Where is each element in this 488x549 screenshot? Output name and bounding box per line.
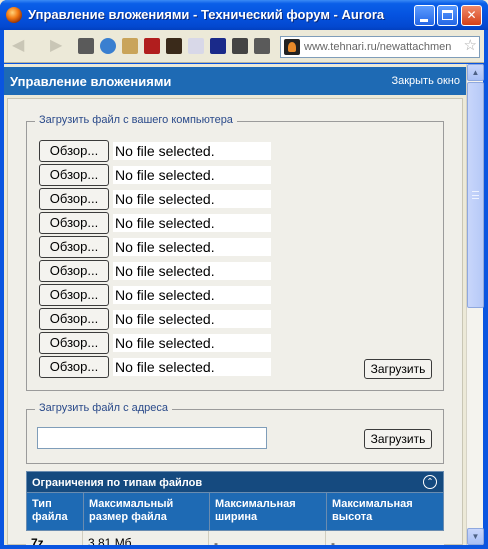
table-cell: 3.81 Мб [83,531,209,545]
file-status: No file selected. [113,358,271,376]
site-bookmark-icon[interactable] [166,38,182,54]
star-icon[interactable]: ☆ [464,38,477,54]
addon-icon[interactable] [144,38,160,54]
upload-local-fieldset: Загрузить файл с вашего компьютера Обзор… [26,114,444,391]
url-text: www.tehnari.ru/newattachmen [304,41,452,53]
table-cell: 7z [26,531,83,545]
column-header: Тип файла [27,493,84,530]
browser-toolbar: ◀ ▶ www.tehnari.ru/newattachmen ☆ [4,30,484,63]
file-status: No file selected. [113,190,271,208]
table-cell: - [331,536,335,545]
vertical-scrollbar[interactable]: ▲ ▼ [466,64,484,545]
upload-url-fieldset: Загрузить файл с адреса Загрузить [26,402,444,464]
collapse-icon[interactable]: ⌃ [423,475,437,489]
browser-window: Управление вложениями - Технический фору… [0,0,488,549]
table-row: 7z 3.81 Мб - - [26,531,444,545]
minimize-button[interactable] [414,5,435,26]
file-status: No file selected. [113,334,271,352]
file-status: No file selected. [113,142,271,160]
bookmark-icon[interactable] [78,38,94,54]
grip-icon [472,191,479,199]
back-arrow-icon[interactable]: ◀ [12,38,28,54]
scroll-up-button[interactable]: ▲ [467,64,484,81]
table-title: Ограничения по типам файлов [32,477,203,489]
forward-arrow-icon[interactable]: ▶ [50,38,66,54]
pi-icon[interactable] [210,38,226,54]
browse-button[interactable]: Обзор... [39,284,109,306]
table-title-bar: Ограничения по типам файлов ⌃ [26,471,444,493]
refresh-icon[interactable] [100,38,116,54]
column-header: Максимальная высота [332,498,413,523]
browse-button[interactable]: Обзор... [39,356,109,378]
file-limits-table: Ограничения по типам файлов ⌃ Тип файла … [26,471,444,545]
library-icon[interactable] [254,38,270,54]
upload-url-button[interactable]: Загрузить [364,429,432,449]
minimize-icon [420,19,428,22]
page-header: Управление вложениями Закрыть окно [4,67,466,95]
table-header-row: Тип файла Максимальный размер файла Макс… [26,493,444,531]
flag-icon[interactable] [232,38,248,54]
browse-button[interactable]: Обзор... [39,236,109,258]
column-header: Максимальный размер файла [84,493,210,530]
feed-icon[interactable] [122,38,138,54]
page-content: Управление вложениями Закрыть окно Загру… [4,64,466,545]
browse-button[interactable]: Обзор... [39,212,109,234]
upload-local-button[interactable]: Загрузить [364,359,432,379]
file-status: No file selected. [113,262,271,280]
attachments-panel: Загрузить файл с вашего компьютера Обзор… [7,98,463,545]
file-status: No file selected. [113,214,271,232]
address-bar[interactable]: www.tehnari.ru/newattachmen ☆ [280,36,480,58]
maximize-button[interactable] [437,5,458,26]
page-title: Управление вложениями [10,74,172,89]
table-cell: - [209,531,326,545]
tool-icon[interactable] [188,38,204,54]
browse-button[interactable]: Обзор... [39,188,109,210]
close-window-button[interactable]: ✕ [461,5,482,26]
site-favicon-icon [284,39,300,55]
scroll-down-button[interactable]: ▼ [467,528,484,545]
upload-url-legend: Загрузить файл с адреса [35,402,173,414]
frame-bottom [0,545,488,549]
upload-local-legend: Загрузить файл с вашего компьютера [35,114,237,126]
close-window-link[interactable]: Закрыть окно [391,75,460,87]
file-url-input[interactable] [37,427,267,449]
file-status: No file selected. [113,166,271,184]
column-header: Максимальная ширина [210,493,327,530]
window-title: Управление вложениями - Технический фору… [28,7,385,22]
maximize-icon [442,10,453,20]
file-status: No file selected. [113,286,271,304]
browse-button[interactable]: Обзор... [39,308,109,330]
browse-button[interactable]: Обзор... [39,260,109,282]
file-status: No file selected. [113,310,271,328]
browse-button[interactable]: Обзор... [39,332,109,354]
title-bar[interactable]: Управление вложениями - Технический фору… [0,0,488,30]
browse-button[interactable]: Обзор... [39,164,109,186]
browse-button[interactable]: Обзор... [39,140,109,162]
aurora-app-icon [6,7,22,23]
scroll-thumb[interactable] [467,82,484,308]
file-status: No file selected. [113,238,271,256]
